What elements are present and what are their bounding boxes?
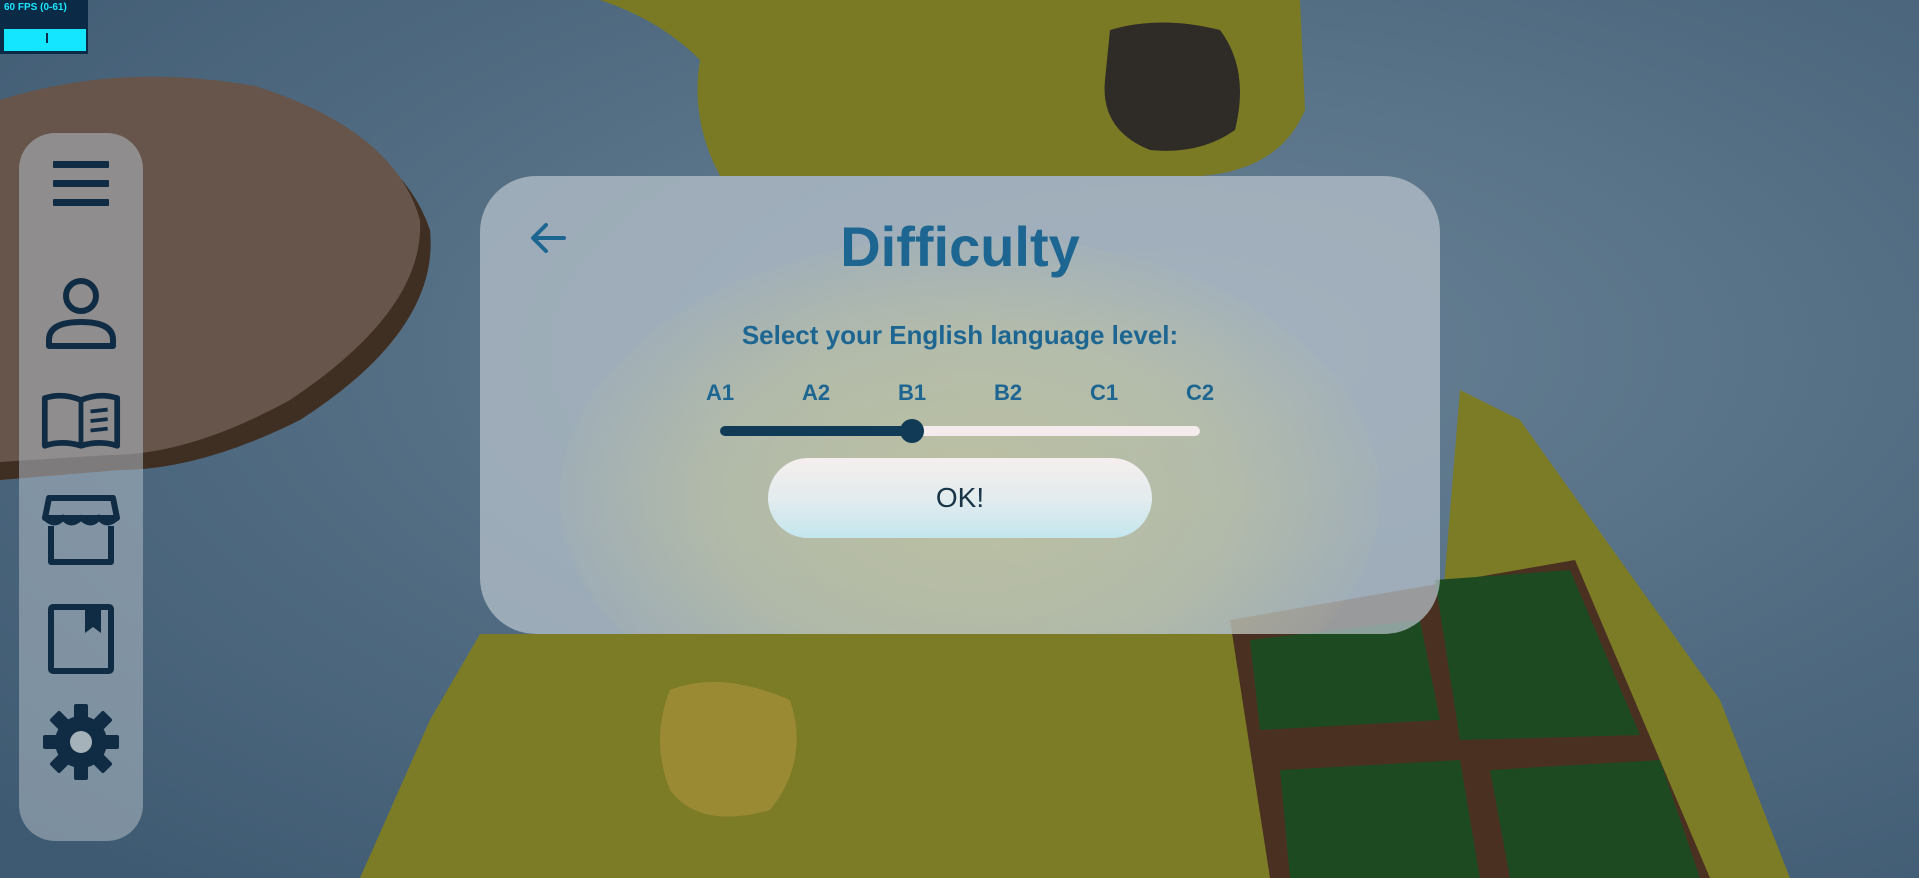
fps-counter-text: 60 FPS (0-61)	[4, 2, 67, 13]
level-slider[interactable]: A1 A2 B1 B2 C1 C2	[706, 380, 1214, 460]
settings-button[interactable]	[41, 702, 121, 782]
dialog-title: Difficulty	[840, 215, 1080, 278]
ok-button[interactable]: OK!	[768, 458, 1152, 538]
level-label-a2[interactable]: A2	[786, 380, 846, 406]
fps-graph	[4, 29, 86, 51]
level-label-c2[interactable]: C2	[1170, 380, 1230, 406]
slider-fill	[720, 426, 912, 436]
sidebar	[19, 133, 143, 841]
shop-button[interactable]	[41, 490, 121, 570]
dialog-subtitle: Select your English language level:	[741, 320, 1179, 350]
level-label-b2[interactable]: B2	[978, 380, 1038, 406]
menu-button[interactable]	[41, 143, 121, 223]
level-label-b1[interactable]: B1	[882, 380, 942, 406]
fps-meter: 60 FPS (0-61)	[0, 0, 88, 54]
level-label-a1[interactable]: A1	[690, 380, 750, 406]
menu-icon	[53, 161, 109, 206]
shop-icon	[42, 495, 120, 565]
gear-icon	[43, 704, 119, 780]
book-icon	[41, 392, 121, 449]
book-button[interactable]	[41, 381, 121, 461]
slider-thumb[interactable]	[900, 419, 924, 443]
difficulty-dialog: Difficulty Select your English language …	[480, 176, 1440, 634]
level-label-c1[interactable]: C1	[1074, 380, 1134, 406]
bookmark-button[interactable]	[41, 599, 121, 679]
profile-button[interactable]	[41, 272, 121, 352]
bookmark-icon	[48, 604, 114, 674]
fps-graph-tick	[46, 33, 48, 43]
profile-icon	[46, 278, 116, 349]
